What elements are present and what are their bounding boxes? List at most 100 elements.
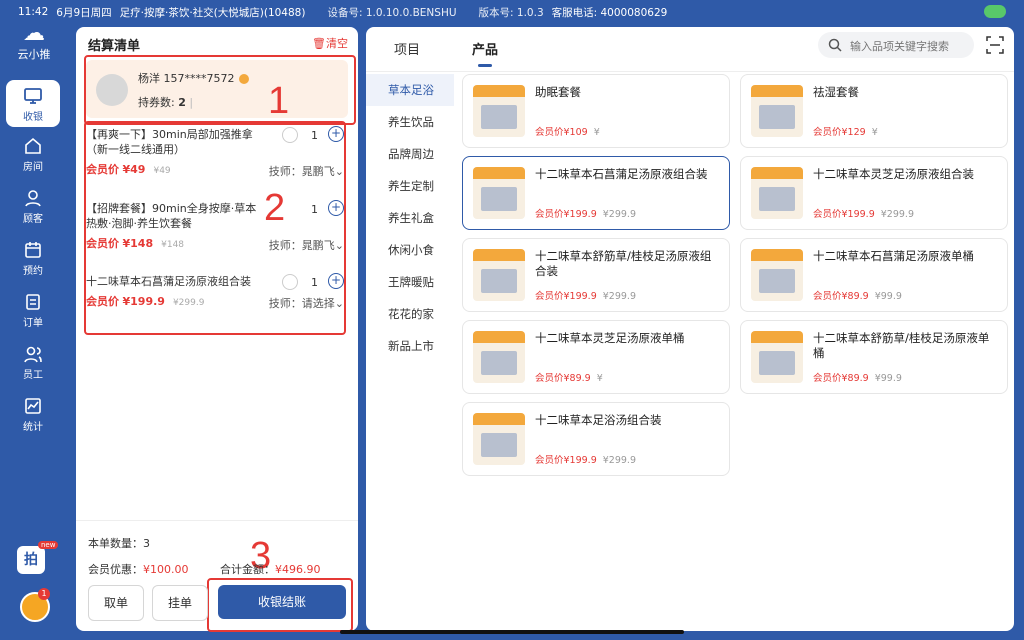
highlight-box-items [84,121,346,335]
status-store: 足疗·按摩·茶饮·社交(大悦城店)(10488) [119,6,306,19]
discount-label: 会员优惠： [88,563,143,576]
category-item[interactable]: 王牌暖贴 [366,266,454,298]
product-card[interactable]: 祛湿套餐 会员价¥129 ¥ [740,74,1008,148]
take-order-button[interactable]: 取单 [88,585,144,621]
product-card[interactable]: 十二味草本足浴汤组合装 会员价¥199.9 ¥299.9 [462,402,730,476]
product-old-price: ¥99.9 [874,373,902,384]
count-row: 本单数量：3 [88,535,321,551]
product-old-price: ¥ [596,373,603,384]
search-box[interactable] [818,32,974,58]
category-item[interactable]: 养生礼盒 [366,202,454,234]
product-vip-price: 会员价¥199.9 [535,455,597,466]
product-vip-price: 会员价¥89.9 [535,373,591,384]
product-card[interactable]: 助眠套餐 会员价¥109 ¥ [462,74,730,148]
nav-item-customers[interactable]: 顾客 [6,188,60,225]
product-vip-price: 会员价¥89.9 [813,291,869,302]
product-vip-price: 会员价¥199.9 [813,209,875,220]
product-price: 会员价¥199.9 ¥299.9 [535,206,636,220]
product-price: 会员价¥89.9 ¥99.9 [813,370,902,384]
product-image [751,167,803,219]
product-title: 十二味草本灵芝足汤原液单桶 [535,331,685,345]
nav-item-orders[interactable]: 订单 [6,292,60,329]
product-price: 会员价¥89.9 ¥ [535,370,603,384]
product-card[interactable]: 十二味草本石菖蒲足汤原液组合装 会员价¥199.9 ¥299.9 [462,156,730,230]
status-hotline: 客服电话: 4000080629 [551,6,668,19]
product-old-price: ¥299.9 [880,209,914,220]
monitor-icon [24,88,42,104]
discount-value: ¥100.00 [143,563,189,576]
nav-label: 员工 [23,370,43,381]
hold-order-button[interactable]: 挂单 [152,585,208,621]
divider [76,520,358,521]
product-vip-price: 会员价¥89.9 [813,373,869,384]
product-image [473,413,525,465]
chart-icon [25,398,41,414]
product-image [473,249,525,301]
product-vip-price: 会员价¥109 [535,127,588,138]
staff-icon [24,346,42,363]
search-input[interactable] [848,36,972,56]
category-item[interactable]: 新品上市 [366,330,454,362]
product-image [751,331,803,383]
product-title: 助眠套餐 [535,85,581,99]
product-title: 十二味草本舒筋草/桂枝足汤原液组合装 [535,249,712,278]
status-bar: 11:42 6月9日周四 足疗·按摩·茶饮·社交(大悦城店)(10488) 设备… [0,0,1024,24]
product-price: 会员价¥129 ¥ [813,124,878,138]
nav-item-staff[interactable]: 员工 [6,344,60,381]
category-item[interactable]: 品牌周边 [366,138,454,170]
product-old-price: ¥299.9 [602,455,636,466]
product-price: 会员价¥89.9 ¥99.9 [813,288,902,302]
annotation-number: 1 [268,80,290,122]
home-indicator[interactable] [340,630,684,634]
total-value: ¥496.90 [275,563,321,576]
category-item[interactable]: 休闲小食 [366,234,454,266]
tab-projects[interactable]: 项目 [394,39,420,58]
product-title: 十二味草本舒筋草/桂枝足汤原液单桶 [813,331,990,360]
nav-item-rooms[interactable]: 房间 [6,136,60,173]
category-item[interactable]: 花花的家 [366,298,454,330]
product-old-price: ¥299.9 [602,209,636,220]
status-version: 版本号: 1.0.3 [478,6,544,19]
product-card[interactable]: 十二味草本舒筋草/桂枝足汤原液单桶 会员价¥89.9 ¥99.9 [740,320,1008,394]
brand-name: 云小推 [17,48,51,61]
product-title: 祛湿套餐 [813,85,859,99]
status-device: 设备号: 1.0.10.0.BENSHU [327,6,457,19]
product-title: 十二味草本石菖蒲足汤原液单桶 [813,249,974,263]
product-card[interactable]: 十二味草本舒筋草/桂枝足汤原液组合装 会员价¥199.9 ¥299.9 [462,238,730,312]
product-panel: 项目 产品 草本足浴 养生饮品 品牌周边 养生定制 养生礼盒 休闲小食 王牌暖贴… [366,27,1014,631]
product-image [473,167,525,219]
battery-icon [984,5,1006,18]
nav-item-booking[interactable]: 预约 [6,240,60,277]
logo-mark-icon: ☁ [23,21,45,46]
annotation-number: 2 [264,187,286,229]
product-image [751,85,803,137]
product-old-price: ¥ [593,127,600,138]
product-card[interactable]: 十二味草本灵芝足汤原液组合装 会员价¥199.9 ¥299.9 [740,156,1008,230]
nav-item-stats[interactable]: 统计 [6,396,60,433]
brand-logo: ☁ 云小推 [6,22,62,68]
total-label: 合计金额： [220,563,275,576]
clear-cart-button[interactable]: 🗑清空 [312,35,348,51]
product-card[interactable]: 十二味草本石菖蒲足汤原液单桶 会员价¥89.9 ¥99.9 [740,238,1008,312]
nav-label: 统计 [23,422,43,433]
checkout-button[interactable]: 收银结账 [218,585,346,619]
calendar-icon [25,242,41,258]
home-icon [25,137,41,154]
nav-item-checkout[interactable]: 收银 [6,80,60,127]
category-item[interactable]: 养生定制 [366,170,454,202]
clear-label: 清空 [326,37,348,50]
product-vip-price: 会员价¥129 [813,127,866,138]
trash-icon: 🗑 [312,37,326,50]
product-title: 十二味草本石菖蒲足汤原液组合装 [535,167,708,181]
category-item[interactable]: 草本足浴 [366,74,454,106]
new-badge: new [38,541,59,549]
cart-title: 结算清单 [88,39,141,54]
promo-icon[interactable]: 拍 [17,546,45,574]
category-item[interactable]: 养生饮品 [366,106,454,138]
nav-label: 预约 [23,266,43,277]
tab-products[interactable]: 产品 [472,39,498,67]
product-card[interactable]: 十二味草本灵芝足汤原液单桶 会员价¥89.9 ¥ [462,320,730,394]
nav-label: 收银 [23,112,43,123]
product-price: 会员价¥199.9 ¥299.9 [535,288,636,302]
scan-icon[interactable] [986,36,1004,54]
